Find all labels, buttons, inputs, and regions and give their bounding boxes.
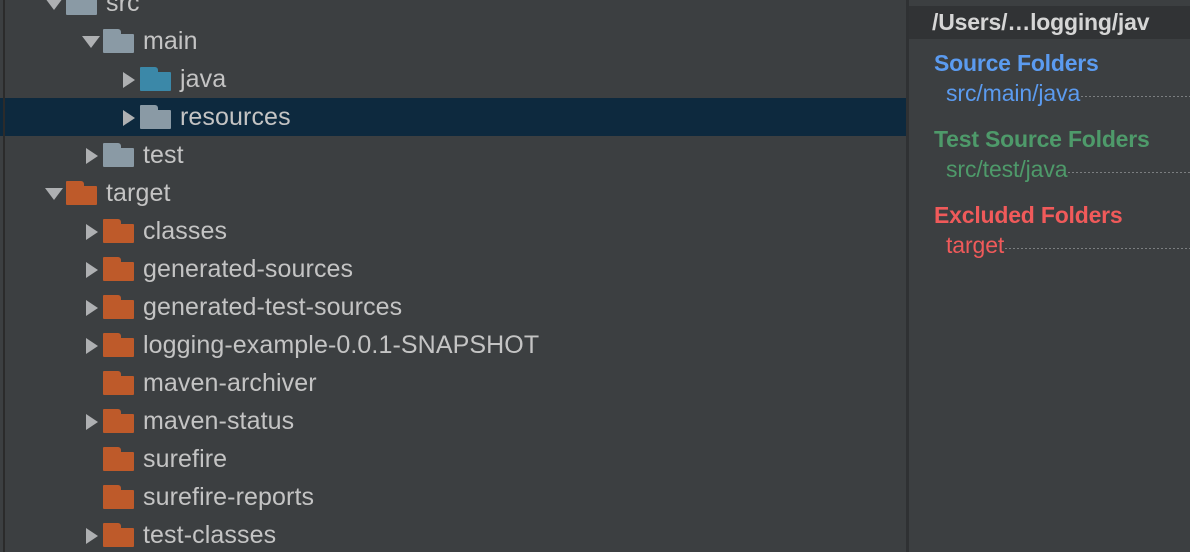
tree-row[interactable]: surefire [0, 440, 906, 478]
folder-icon [140, 105, 171, 129]
folders-sections: Source Folders src/main/java Test Source F… [906, 39, 1190, 260]
panel-header: /Users/…logging/jav [909, 6, 1190, 39]
folder-icon [66, 0, 97, 15]
tree-row[interactable]: logging-example-0.0.1-SNAPSHOT [0, 326, 906, 364]
folder-icon [103, 257, 134, 281]
twisty-placeholder [81, 440, 103, 478]
tree-row-label: main [143, 26, 198, 55]
twisty-placeholder [81, 364, 103, 402]
tree-rows-container: src main java resources test target classes gen… [0, 0, 906, 552]
tree-indent-spacer [0, 231, 81, 232]
project-structure-view: src main java resources test target classes gen… [0, 0, 1190, 552]
tree-row-label: java [180, 64, 227, 93]
folder-path-label: src/main/java [946, 80, 1081, 106]
folder-entry[interactable]: src/test/java [906, 154, 1190, 184]
chevron-right-icon[interactable] [81, 212, 103, 250]
chevron-right-icon[interactable] [81, 288, 103, 326]
folder-icon [140, 67, 171, 91]
tree-indent-spacer [0, 497, 81, 498]
folders-section-title: Excluded Folders [934, 202, 1123, 228]
folder-icon [103, 143, 134, 167]
folder-icon [103, 371, 134, 395]
leader-dots [1081, 96, 1190, 97]
chevron-right-icon[interactable] [118, 60, 140, 98]
tree-row[interactable]: classes [0, 212, 906, 250]
tree-row-label: surefire [143, 444, 228, 473]
folder-path-label: target [946, 232, 1005, 258]
folders-section-title: Test Source Folders [934, 126, 1150, 152]
folder-icon [103, 523, 134, 547]
folder-icon [103, 295, 134, 319]
tree-row-label: surefire-reports [143, 482, 315, 511]
tree-row[interactable]: target [0, 174, 906, 212]
chevron-right-icon[interactable] [81, 402, 103, 440]
tree-indent-spacer [0, 269, 81, 270]
tree-row-label: logging-example-0.0.1-SNAPSHOT [143, 330, 540, 359]
chevron-right-icon[interactable] [81, 326, 103, 364]
tree-indent-spacer [0, 459, 81, 460]
folder-icon [103, 409, 134, 433]
tree-row-label: test-classes [143, 520, 277, 549]
chevron-down-icon[interactable] [81, 22, 103, 60]
tree-row[interactable]: test-classes [0, 516, 906, 552]
tree-indent-spacer [0, 41, 81, 42]
chevron-down-icon[interactable] [44, 0, 66, 22]
tree-indent-spacer [0, 535, 81, 536]
tree-row[interactable]: java [0, 60, 906, 98]
folder-path-label: src/test/java [946, 156, 1068, 182]
folder-icon [103, 485, 134, 509]
folder-icon [66, 181, 97, 205]
tree-indent-spacer [0, 307, 81, 308]
tree-row-label: classes [143, 216, 228, 245]
folder-icon [103, 219, 134, 243]
tree-row-label: generated-test-sources [143, 292, 403, 321]
chevron-right-icon[interactable] [81, 250, 103, 288]
module-path-label: /Users/…logging/jav [932, 9, 1150, 35]
tree-row[interactable]: src [0, 0, 906, 22]
tree-row-label: resources [180, 102, 291, 131]
tree-indent-spacer [0, 345, 81, 346]
folders-section: Excluded Folders target [906, 200, 1190, 260]
twisty-placeholder [81, 478, 103, 516]
tree-indent-spacer [0, 3, 44, 4]
tree-row[interactable]: maven-status [0, 402, 906, 440]
tree-row[interactable]: resources [0, 98, 906, 136]
module-folders-panel: /Users/…logging/jav Source Folders src/ma… [906, 0, 1190, 552]
folder-icon [103, 29, 134, 53]
chevron-down-icon[interactable] [44, 174, 66, 212]
project-file-tree[interactable]: src main java resources test target classes gen… [0, 0, 906, 552]
leader-dots [1068, 172, 1190, 173]
tree-row[interactable]: generated-sources [0, 250, 906, 288]
tree-indent-spacer [0, 383, 81, 384]
tree-left-border [3, 0, 5, 552]
tree-row[interactable]: main [0, 22, 906, 60]
folders-section: Source Folders src/main/java [906, 48, 1190, 108]
folder-entry[interactable]: target [906, 230, 1190, 260]
tree-row-label: generated-sources [143, 254, 354, 283]
chevron-right-icon[interactable] [81, 516, 103, 552]
tree-row-label: maven-archiver [143, 368, 317, 397]
tree-row-label: maven-status [143, 406, 295, 435]
chevron-right-icon[interactable] [81, 136, 103, 174]
tree-row[interactable]: test [0, 136, 906, 174]
folders-section-title: Source Folders [934, 50, 1099, 76]
folders-section: Test Source Folders src/test/java [906, 124, 1190, 184]
tree-row[interactable]: surefire-reports [0, 478, 906, 516]
tree-row-label: test [143, 140, 184, 169]
tree-indent-spacer [0, 193, 44, 194]
tree-indent-spacer [0, 421, 81, 422]
tree-indent-spacer [0, 79, 118, 80]
tree-row-label: src [106, 0, 140, 17]
folder-icon [103, 447, 134, 471]
tree-row[interactable]: maven-archiver [0, 364, 906, 402]
folder-icon [103, 333, 134, 357]
tree-indent-spacer [0, 155, 81, 156]
chevron-right-icon[interactable] [118, 98, 140, 136]
tree-row[interactable]: generated-test-sources [0, 288, 906, 326]
tree-row-label: target [106, 178, 171, 207]
folder-entry[interactable]: src/main/java [906, 78, 1190, 108]
leader-dots [1005, 248, 1190, 249]
tree-indent-spacer [0, 117, 118, 118]
